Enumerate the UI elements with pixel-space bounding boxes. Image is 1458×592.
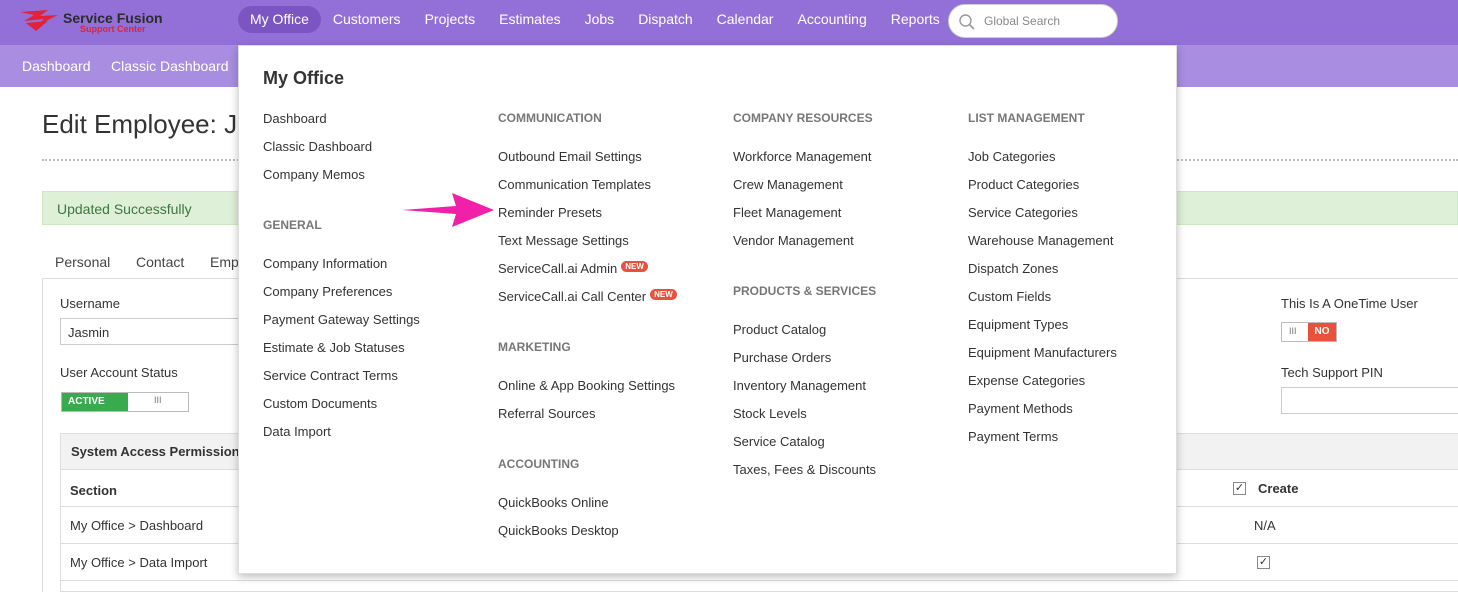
nav-reports[interactable]: Reports bbox=[879, 6, 952, 33]
menu-item[interactable]: Dashboard bbox=[263, 111, 327, 126]
onetime-user-toggle[interactable]: III NO bbox=[1281, 322, 1337, 342]
search-placeholder: Global Search bbox=[984, 14, 1061, 28]
menu-item[interactable]: Online & App Booking Settings bbox=[498, 378, 675, 393]
menu-item[interactable]: Classic Dashboard bbox=[263, 139, 372, 154]
menu-item[interactable]: Product Categories bbox=[968, 177, 1079, 192]
menu-item[interactable]: Custom Fields bbox=[968, 289, 1051, 304]
menu-item[interactable]: Equipment Manufacturers bbox=[968, 345, 1117, 360]
menu-item[interactable]: Company Preferences bbox=[263, 284, 392, 299]
nav-dispatch[interactable]: Dispatch bbox=[626, 6, 704, 33]
tech-pin-field[interactable] bbox=[1281, 387, 1458, 414]
logo-mark-icon bbox=[20, 10, 58, 31]
menu-item[interactable]: Taxes, Fees & Discounts bbox=[733, 462, 876, 477]
global-search-input[interactable]: Global Search bbox=[948, 4, 1118, 38]
menu-item-servicecall-call-center[interactable]: ServiceCall.ai Call Center NEW bbox=[498, 289, 677, 304]
nav-calendar[interactable]: Calendar bbox=[705, 6, 786, 33]
menu-item[interactable]: Payment Methods bbox=[968, 401, 1073, 416]
menu-item[interactable]: Service Contract Terms bbox=[263, 368, 398, 383]
toggle-on-label: ACTIVE bbox=[62, 393, 128, 411]
select-all-create-checkbox[interactable]: ✓ bbox=[1233, 482, 1246, 495]
account-status-label: User Account Status bbox=[60, 365, 178, 380]
nav-my-office[interactable]: My Office bbox=[238, 6, 321, 33]
menu-item[interactable]: Communication Templates bbox=[498, 177, 651, 192]
menu-item[interactable]: Fleet Management bbox=[733, 205, 841, 220]
row-create-checkbox[interactable]: ✓ bbox=[1257, 556, 1270, 569]
subnav-classic-dashboard[interactable]: Classic Dashboard bbox=[111, 58, 229, 74]
top-navbar: Service Fusion Support Center My Office … bbox=[0, 0, 1458, 45]
tech-pin-label: Tech Support PIN bbox=[1281, 365, 1383, 380]
nav-jobs[interactable]: Jobs bbox=[573, 6, 627, 33]
menu-item[interactable]: Vendor Management bbox=[733, 233, 854, 248]
section-title-communication: COMMUNICATION bbox=[498, 111, 602, 125]
tab-personal[interactable]: Personal bbox=[55, 254, 110, 270]
menu-item[interactable]: QuickBooks Desktop bbox=[498, 523, 619, 538]
new-badge: NEW bbox=[650, 289, 677, 300]
menu-item[interactable]: Purchase Orders bbox=[733, 350, 831, 365]
menu-item[interactable]: QuickBooks Online bbox=[498, 495, 609, 510]
menu-item-label: ServiceCall.ai Admin bbox=[498, 261, 618, 276]
menu-item-reminder-presets[interactable]: Reminder Presets bbox=[498, 205, 602, 220]
menu-item[interactable]: Custom Documents bbox=[263, 396, 377, 411]
menu-item[interactable]: Company Memos bbox=[263, 167, 365, 182]
menu-item[interactable]: Data Import bbox=[263, 424, 331, 439]
menu-item[interactable]: Text Message Settings bbox=[498, 233, 629, 248]
onetime-user-label: This Is A OneTime User bbox=[1281, 296, 1418, 311]
menu-item[interactable]: Service Catalog bbox=[733, 434, 825, 449]
section-title-general: GENERAL bbox=[263, 218, 322, 232]
section-title-list-management: LIST MANAGEMENT bbox=[968, 111, 1085, 125]
menu-item[interactable]: Expense Categories bbox=[968, 373, 1085, 388]
search-icon bbox=[959, 14, 975, 30]
menu-item[interactable]: Estimate & Job Statuses bbox=[263, 340, 405, 355]
menu-item[interactable]: Equipment Types bbox=[968, 317, 1068, 332]
pointer-arrow-icon bbox=[402, 193, 494, 227]
new-badge: NEW bbox=[621, 261, 648, 272]
menu-item[interactable]: Payment Gateway Settings bbox=[263, 312, 420, 327]
menu-item-servicecall-admin[interactable]: ServiceCall.ai Admin NEW bbox=[498, 261, 648, 276]
section-title-accounting: ACCOUNTING bbox=[498, 457, 580, 471]
logo[interactable]: Service Fusion Support Center bbox=[18, 7, 188, 39]
menu-item-label: ServiceCall.ai Call Center bbox=[498, 289, 647, 304]
dropdown-title: My Office bbox=[263, 68, 345, 88]
menu-item[interactable]: Stock Levels bbox=[733, 406, 807, 421]
menu-item[interactable]: Workforce Management bbox=[733, 149, 872, 164]
nav-estimates[interactable]: Estimates bbox=[487, 6, 572, 33]
menu-item[interactable]: Service Categories bbox=[968, 205, 1078, 220]
menu-item[interactable]: Dispatch Zones bbox=[968, 261, 1058, 276]
col-section-header: Section bbox=[70, 483, 117, 498]
table-row-section: My Office > Data Import bbox=[70, 555, 208, 570]
main-nav: My Office Customers Projects Estimates J… bbox=[238, 6, 952, 33]
col-create-header: Create bbox=[1258, 481, 1299, 496]
menu-item[interactable]: Inventory Management bbox=[733, 378, 866, 393]
username-field[interactable]: Jasmin bbox=[60, 318, 260, 345]
subnav-dashboard[interactable]: Dashboard bbox=[22, 58, 91, 74]
permissions-title: System Access Permissions bbox=[71, 444, 247, 459]
nav-customers[interactable]: Customers bbox=[321, 6, 413, 33]
username-label: Username bbox=[60, 296, 120, 311]
menu-item[interactable]: Payment Terms bbox=[968, 429, 1058, 444]
nav-accounting[interactable]: Accounting bbox=[785, 6, 878, 33]
nav-projects[interactable]: Projects bbox=[413, 6, 488, 33]
my-office-dropdown: My Office Dashboard Classic Dashboard Co… bbox=[238, 45, 1177, 574]
tab-contact[interactable]: Contact bbox=[136, 254, 184, 270]
menu-item[interactable]: Company Information bbox=[263, 256, 387, 271]
row-divider bbox=[61, 580, 1458, 581]
menu-item[interactable]: Product Catalog bbox=[733, 322, 826, 337]
toggle-grip-icon: III bbox=[1289, 326, 1297, 336]
table-row-create: N/A bbox=[1254, 518, 1276, 533]
menu-item[interactable]: Job Categories bbox=[968, 149, 1055, 164]
section-title-marketing: MARKETING bbox=[498, 340, 571, 354]
section-title-company-resources: COMPANY RESOURCES bbox=[733, 111, 873, 125]
table-row-section: My Office > Dashboard bbox=[70, 518, 204, 533]
menu-item[interactable]: Warehouse Management bbox=[968, 233, 1114, 248]
section-title-products-services: PRODUCTS & SERVICES bbox=[733, 284, 877, 298]
menu-item[interactable]: Crew Management bbox=[733, 177, 843, 192]
toggle-grip-icon: III bbox=[154, 395, 162, 405]
account-status-toggle[interactable]: ACTIVE III bbox=[61, 392, 189, 412]
username-value: Jasmin bbox=[68, 325, 110, 340]
menu-item[interactable]: Referral Sources bbox=[498, 406, 596, 421]
logo-subtitle: Support Center bbox=[80, 24, 146, 34]
menu-item[interactable]: Outbound Email Settings bbox=[498, 149, 642, 164]
toggle-off-label: NO bbox=[1308, 323, 1336, 341]
alert-text: Updated Successfully bbox=[57, 201, 192, 217]
